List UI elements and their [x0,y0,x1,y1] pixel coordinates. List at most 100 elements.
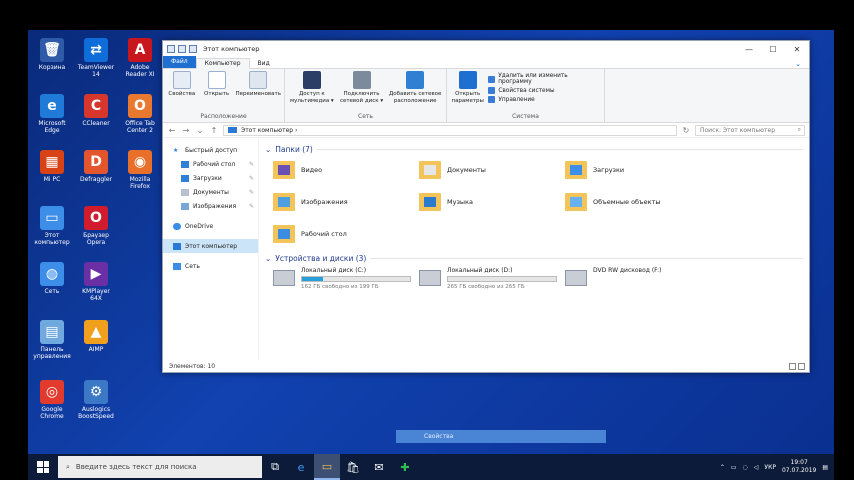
open-label: Открыть [204,91,230,97]
system-tray: ⌃ ▭ ◌ ◁ УКР 19:07 07.07.2019 ▤ [720,459,834,475]
folder-item[interactable]: Музыка [419,190,565,214]
uninstall-program-item[interactable]: Удалить или изменить программу [488,73,601,85]
desktop-icon[interactable]: 🗑 Корзина [32,38,72,71]
manage-item[interactable]: Управление [488,96,601,103]
nav-this-pc[interactable]: Этот компьютер [163,239,258,253]
clock[interactable]: 19:07 07.07.2019 [782,459,816,475]
desktop-icon[interactable]: ▦ Mi PC [32,150,72,183]
desktop-icon-label: Defraggler [79,176,112,183]
breadcrumb[interactable]: Этот компьютер › [241,127,297,134]
taskbar-search[interactable]: ⌕ Введите здесь текст для поиска [58,456,262,478]
close-button[interactable]: ✕ [785,45,809,54]
up-button[interactable]: ↑ [209,126,219,135]
volume-icon[interactable]: ◁ [754,464,759,471]
search-input[interactable]: Поиск: Этот компьютер ⌕ [695,124,805,136]
notifications-icon[interactable]: ▤ [822,464,828,471]
computer-icon [173,242,181,250]
language-indicator[interactable]: УКР [764,464,776,471]
folder-item[interactable]: Изображения [273,190,419,214]
open-settings-button[interactable]: Открыть параметры [450,71,485,113]
network-icon[interactable]: ◌ [743,464,748,471]
nav-onedrive[interactable]: OneDrive [163,219,258,233]
back-button[interactable]: ← [167,126,177,135]
address-bar[interactable]: Этот компьютер › [223,124,677,136]
tab-file[interactable]: Файл [163,56,196,68]
tab-view[interactable]: Вид [250,59,278,68]
nav-desktop[interactable]: Рабочий стол ✎ [163,157,258,171]
nav-documents[interactable]: Документы ✎ [163,185,258,199]
start-button[interactable] [28,454,58,480]
tray-chevron-icon[interactable]: ⌃ [720,464,725,471]
desktop-icon-label: Mozilla Firefox [129,176,151,190]
network-drive-icon [352,71,371,89]
rename-button[interactable]: Переименовать [235,71,281,113]
properties-quick-icon[interactable] [178,45,186,53]
system-properties-item[interactable]: Свойства системы [488,87,601,94]
checkmark-icon [172,71,191,89]
folder-item[interactable]: Рабочий стол [273,222,419,246]
open-button[interactable]: Открыть [201,71,233,113]
desktop-icon[interactable]: ⚙ Auslogics BoostSpeed [76,380,116,420]
media-server-icon [302,71,321,89]
desktop-icon[interactable]: O Браузер Opera [76,206,116,246]
task-view-icon[interactable]: ⧉ [262,454,288,480]
add-network-location-button[interactable]: Добавить сетевое расположение [387,71,443,113]
nav-network[interactable]: Сеть [163,259,258,273]
desktop-icon[interactable]: ▤ Панель управления [32,320,72,360]
nav-pictures[interactable]: Изображения ✎ [163,199,258,213]
nav-quick-access[interactable]: ★ Быстрый доступ [163,143,258,157]
properties-button[interactable]: Свойства [166,71,198,113]
media-access-button[interactable]: Доступ к мультимедиа ▾ [288,71,336,113]
drive-item[interactable]: Локальный диск (C:) 162 ГБ свободно из 19… [273,267,419,295]
store-icon[interactable]: 🛍 [340,454,366,480]
folders-section-header[interactable]: ⌄ Папки (7) [265,145,803,154]
drive-free-space: 265 ГБ свободно из 265 ГБ [447,284,525,290]
app-icon: ▦ [40,150,64,174]
drive-item[interactable]: DVD RW дисковод (F:) [565,267,711,295]
mail-icon[interactable]: ✉ [366,454,392,480]
desktop-icon[interactable]: D Defraggler [76,150,116,183]
ribbon-expand-icon[interactable]: ⌄ [787,60,809,68]
desktop-icon[interactable]: ▭ Этот компьютер [32,206,72,246]
new-folder-quick-icon[interactable] [189,45,197,53]
edge-icon[interactable]: e [288,454,314,480]
maximize-button[interactable]: ☐ [761,45,785,54]
file-explorer-icon[interactable]: ▭ [314,454,340,480]
rename-label: Переименовать [235,91,281,97]
app-plus-icon[interactable]: ✚ [392,454,418,480]
battery-icon[interactable]: ▭ [731,464,737,471]
folder-item[interactable]: Документы [419,158,565,182]
desktop-icon[interactable]: e Microsoft Edge [32,94,72,134]
desktop-icon[interactable]: ▶ KMPlayer 64X [76,262,116,302]
desktop-icon[interactable]: ◉ Mozilla Firefox [120,150,160,190]
folder-item[interactable]: Видео [273,158,419,182]
minimize-button[interactable]: — [737,45,761,54]
nav-label: OneDrive [185,222,214,230]
drives-section-header[interactable]: ⌄ Устройства и диски (3) [265,254,803,263]
folder-item[interactable]: Объемные объекты [565,190,711,214]
large-icons-view-icon[interactable] [798,362,805,370]
forward-button[interactable]: → [181,126,191,135]
system-properties-label: Свойства системы [498,87,555,94]
desktop-icon[interactable]: ◎ Google Chrome [32,380,72,420]
desktop-icon[interactable]: A Adobe Reader XI [120,38,160,78]
desktop-icon[interactable]: O Office Tab Center 2 [120,94,160,134]
explorer-body: ★ Быстрый доступ Рабочий стол ✎ Загрузки ✎ … [163,139,809,360]
nav-label: Быстрый доступ [185,146,238,154]
desktop-icon[interactable]: ⇄ TeamViewer 14 [76,38,116,78]
tab-computer[interactable]: Компьютер [195,58,250,69]
desktop-icon-label: AIMP [88,346,104,353]
folder-item[interactable]: Загрузки [565,158,711,182]
desktop-icon[interactable]: ▲ AIMP [76,320,116,353]
search-placeholder: Поиск: Этот компьютер [700,126,776,134]
desktop-icon[interactable]: C CCleaner [76,94,116,127]
recent-locations-button[interactable]: ⌄ [195,126,205,135]
nav-label: Сеть [185,262,200,270]
uninstall-program-label: Удалить или изменить программу [498,73,568,85]
desktop-icon[interactable]: ◍ Сеть [32,262,72,295]
nav-downloads[interactable]: Загрузки ✎ [163,171,258,185]
drive-item[interactable]: Локальный диск (D:) 265 ГБ свободно из 26… [419,267,565,295]
refresh-button[interactable]: ↻ [681,126,691,135]
map-drive-button[interactable]: Подключить сетевой диск ▾ [339,71,385,113]
details-view-icon[interactable] [789,362,796,370]
